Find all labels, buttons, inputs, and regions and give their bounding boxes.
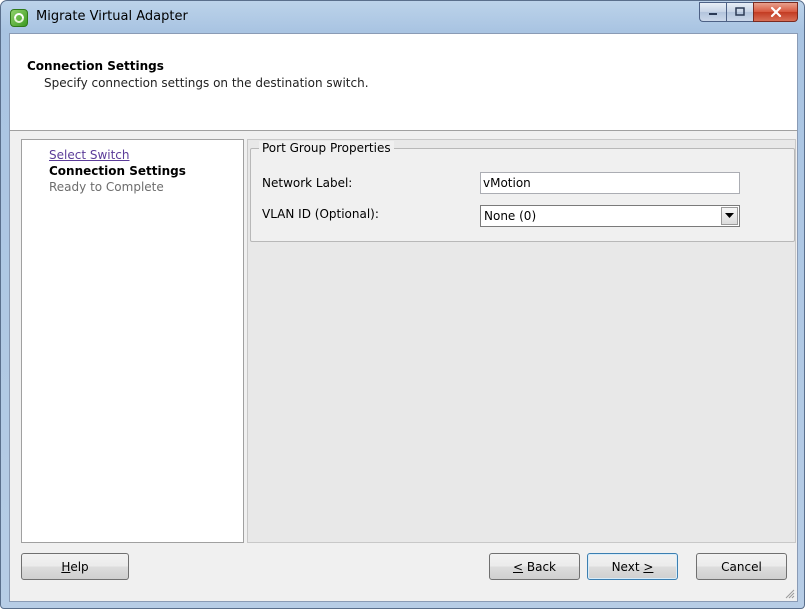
next-button[interactable]: Next > — [587, 553, 678, 580]
next-label-mnemonic: > — [643, 559, 654, 574]
close-button[interactable] — [753, 2, 798, 22]
network-label-label: Network Label: — [262, 176, 353, 190]
help-label-mnemonic: H — [61, 559, 71, 574]
resize-grip-icon[interactable] — [783, 587, 795, 599]
back-label-mnemonic: < — [512, 559, 524, 574]
chevron-down-icon — [725, 213, 734, 218]
title-bar[interactable]: Migrate Virtual Adapter — [1, 1, 804, 33]
wizard-header: Connection Settings Specify connection s… — [10, 34, 797, 131]
help-label-rest: elp — [70, 559, 89, 574]
dialog-client-area: Connection Settings Specify connection s… — [9, 33, 798, 602]
back-label-rest: Back — [523, 559, 556, 574]
caption-buttons — [699, 2, 798, 22]
port-group-properties-group: Port Group Properties Network Label: VLA… — [250, 141, 795, 242]
wizard-steps-panel: Select Switch Connection Settings Ready … — [21, 139, 244, 543]
page-title: Connection Settings — [27, 59, 164, 73]
content-panel: Port Group Properties Network Label: VLA… — [247, 139, 796, 543]
help-button[interactable]: Help — [21, 553, 129, 580]
maximize-icon — [735, 7, 745, 16]
vlan-id-value: None (0) — [484, 209, 537, 223]
close-icon — [770, 6, 781, 18]
step-connection-settings: Connection Settings — [49, 164, 186, 178]
cancel-button[interactable]: Cancel — [696, 553, 787, 580]
dropdown-arrow-button[interactable] — [721, 207, 738, 225]
vmware-vsphere-icon — [10, 9, 28, 27]
vlan-id-select[interactable]: None (0) — [480, 205, 740, 227]
group-legend: Port Group Properties — [259, 141, 394, 155]
minimize-button[interactable] — [699, 2, 726, 22]
window-title: Migrate Virtual Adapter — [36, 9, 188, 24]
back-button[interactable]: < Back — [489, 553, 580, 580]
network-label-input[interactable] — [480, 172, 740, 194]
dialog-window: Migrate Virtual Adapter Connection Setti… — [0, 0, 805, 609]
step-ready-to-complete: Ready to Complete — [49, 180, 164, 194]
vlan-id-label: VLAN ID (Optional): — [262, 207, 379, 221]
next-label-prefix: Next — [611, 559, 644, 574]
page-subtitle: Specify connection settings on the desti… — [44, 76, 369, 90]
maximize-button[interactable] — [726, 2, 753, 22]
step-select-switch[interactable]: Select Switch — [49, 148, 130, 162]
minimize-icon — [709, 13, 717, 15]
